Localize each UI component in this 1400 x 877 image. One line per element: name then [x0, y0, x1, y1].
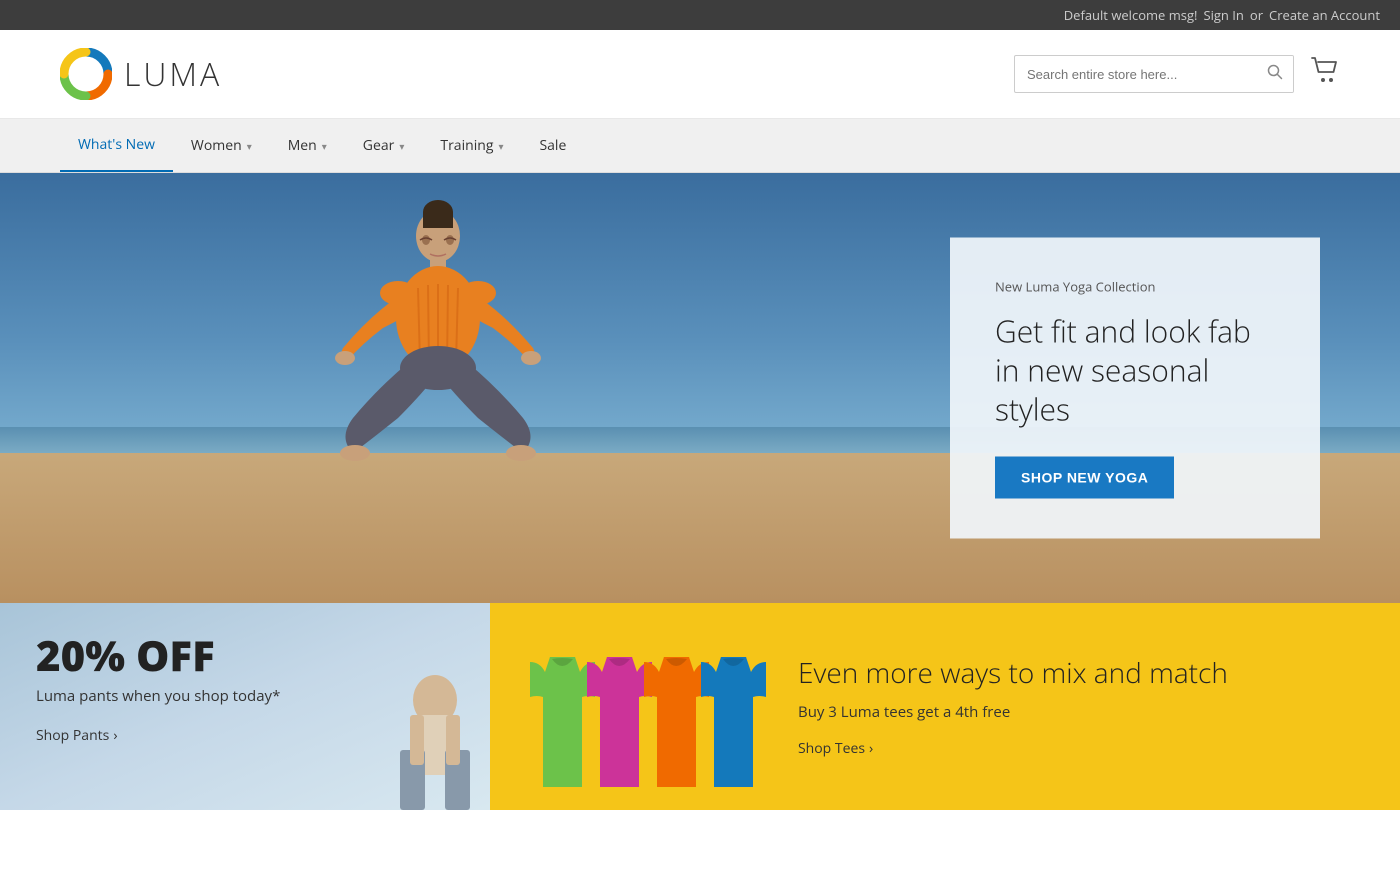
chevron-down-icon: ▾ [399, 139, 404, 153]
promo-right-text: Even more ways to mix and match Buy 3 Lu… [758, 655, 1360, 759]
chevron-down-icon: ▾ [247, 139, 252, 153]
promo-right-title: Even more ways to mix and match [798, 655, 1360, 691]
shop-new-yoga-button[interactable]: Shop New Yoga [995, 457, 1174, 499]
promo-row: 20% OFF Luma pants when you shop today* … [0, 603, 1400, 810]
promo-right-desc: Buy 3 Luma tees get a 4th free [798, 701, 1360, 724]
hero-banner: New Luma Yoga Collection Get fit and loo… [0, 173, 1400, 603]
promo-left: 20% OFF Luma pants when you shop today* … [0, 603, 490, 810]
navigation: What's NewWomen▾Men▾Gear▾Training▾Sale [0, 119, 1400, 173]
header-right [1014, 55, 1340, 93]
search-bar [1014, 55, 1294, 93]
shop-pants-link[interactable]: Shop Pants › [36, 726, 454, 745]
tshirt-pink [587, 657, 652, 787]
shop-tees-link[interactable]: Shop Tees › [798, 739, 1360, 758]
create-account-link[interactable]: Create an Account [1269, 6, 1380, 24]
logo[interactable]: LUMA [60, 48, 222, 100]
header: LUMA [0, 30, 1400, 119]
tshirt-group [530, 627, 758, 787]
hero-title: Get fit and look fab in new seasonal sty… [995, 312, 1275, 429]
nav-item-gear[interactable]: Gear▾ [345, 120, 423, 171]
chevron-down-icon: ▾ [498, 139, 503, 153]
nav-item-women[interactable]: Women▾ [173, 120, 270, 171]
logo-icon [60, 48, 112, 100]
hero-info-box: New Luma Yoga Collection Get fit and loo… [950, 238, 1320, 539]
yoga-figure [308, 188, 568, 508]
chevron-down-icon: ▾ [322, 139, 327, 153]
top-bar: Default welcome msg! Sign In or Create a… [0, 0, 1400, 30]
logo-text: LUMA [124, 53, 222, 96]
tshirt-orange [644, 657, 709, 787]
nav-item-what's-new[interactable]: What's New [60, 119, 173, 172]
tshirt-green [530, 657, 595, 787]
nav-item-training[interactable]: Training▾ [422, 120, 521, 171]
search-button[interactable] [1257, 56, 1293, 92]
search-input[interactable] [1015, 59, 1257, 90]
or-separator: or [1250, 6, 1263, 24]
cart-icon[interactable] [1310, 56, 1340, 92]
welcome-message: Default welcome msg! [1064, 6, 1198, 24]
promo-left-text: 20% OFF Luma pants when you shop today* … [36, 635, 454, 745]
promo-desc: Luma pants when you shop today* [36, 685, 454, 708]
nav-item-sale[interactable]: Sale [521, 120, 584, 171]
promo-right: Even more ways to mix and match Buy 3 Lu… [490, 603, 1400, 810]
hero-subtitle: New Luma Yoga Collection [995, 278, 1275, 296]
tshirt-blue [701, 657, 766, 787]
promo-discount: 20% OFF [36, 635, 454, 677]
nav-item-men[interactable]: Men▾ [270, 120, 345, 171]
signin-link[interactable]: Sign In [1203, 6, 1243, 24]
